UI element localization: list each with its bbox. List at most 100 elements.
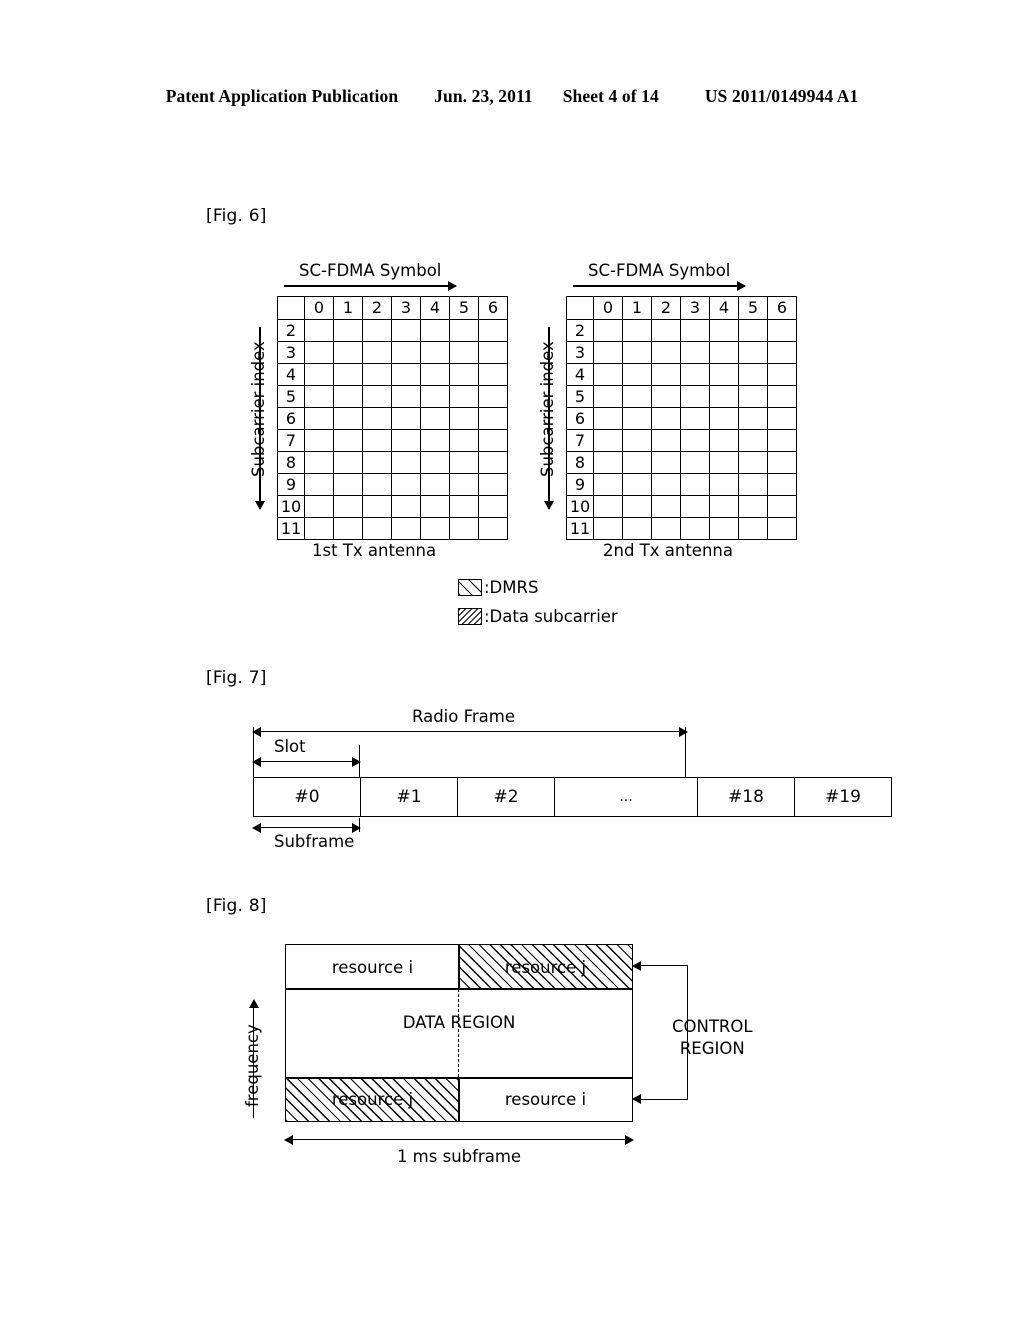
grid-antenna-1-cell-11-6	[478, 517, 508, 540]
grid-antenna-1-row-header-7: 7	[277, 429, 305, 452]
legend-item-data-subcarrier: :Data subcarrier	[458, 607, 618, 626]
grid-antenna-1-cell-2-4	[420, 319, 450, 342]
grid-antenna-2-row-header-11: 11	[566, 517, 594, 540]
grid-antenna-2-row: 7	[566, 429, 797, 452]
grid-antenna-2-row-header-6: 6	[566, 407, 594, 430]
grid-antenna-2-row-header-8: 8	[566, 451, 594, 474]
grid-antenna-2-cell-8-5	[738, 451, 768, 474]
slot-cell-0: #0	[253, 777, 361, 817]
grid-antenna-1-cell-3-2	[362, 341, 392, 364]
slot-label: Slot	[274, 737, 306, 756]
grid-antenna-1-cell-9-4	[420, 473, 450, 496]
grid-antenna-2-cell-9-6	[767, 473, 797, 496]
grid-antenna-2-cell-8-6	[767, 451, 797, 474]
grid-antenna-1-cell-3-3	[391, 341, 421, 364]
grid-antenna-1-cell-6-0	[304, 407, 334, 430]
grid-antenna-2-cell-6-0	[593, 407, 623, 430]
grid-antenna-2-cell-9-0	[593, 473, 623, 496]
grid-antenna-2-cell-10-3	[680, 495, 710, 518]
grid-antenna-2-cell-6-4	[709, 407, 739, 430]
sc-fdma-symbol-arrow-2	[573, 281, 746, 291]
grid-antenna-2-cell-9-4	[709, 473, 739, 496]
grid-antenna-2-cell-6-3	[680, 407, 710, 430]
grid-antenna-1-cell-11-3	[391, 517, 421, 540]
grid-antenna-2-corner-cell	[566, 296, 594, 320]
grid-antenna-2-cell-4-0	[593, 363, 623, 386]
grid-antenna-1-cell-2-0	[304, 319, 334, 342]
grid-antenna-1-cell-11-1	[333, 517, 363, 540]
grid-antenna-1-column-header-6: 6	[478, 296, 508, 320]
grid-antenna-1-cell-7-0	[304, 429, 334, 452]
grid-antenna-1-cell-9-3	[391, 473, 421, 496]
grid-antenna-2-row: 8	[566, 451, 797, 474]
grid-antenna-2-cell-7-6	[767, 429, 797, 452]
grid-antenna-2-cell-2-3	[680, 319, 710, 342]
subframe-width-dimension-line	[284, 1135, 634, 1145]
grid-antenna-1-cell-4-3	[391, 363, 421, 386]
grid-antenna-1-cell-8-1	[333, 451, 363, 474]
grid-antenna-2-row: 2	[566, 319, 797, 342]
grid-antenna-1-row: 6	[277, 407, 508, 430]
grid-antenna-1-cell-7-5	[449, 429, 479, 452]
divider-bottom-middle	[458, 1077, 460, 1122]
grid-antenna-2-cell-7-3	[680, 429, 710, 452]
grid-antenna-2-cell-5-6	[767, 385, 797, 408]
grid-antenna-2-cell-4-1	[622, 363, 652, 386]
grid-antenna-2-cell-4-4	[709, 363, 739, 386]
grid-antenna-1-cell-8-0	[304, 451, 334, 474]
slot-row: #0 #1 #2... #18 #19	[253, 777, 892, 817]
grid-antenna-2-cell-5-0	[593, 385, 623, 408]
grid-antenna-2-cell-11-4	[709, 517, 739, 540]
radio-frame-dimension-line	[252, 727, 688, 737]
control-region-label: CONTROL REGION	[672, 1016, 753, 1061]
grid-antenna-2-column-header-1: 1	[622, 296, 652, 320]
grid-antenna-1-row-header-11: 11	[277, 517, 305, 540]
radio-frame-tick-left	[253, 727, 255, 777]
grid-antenna-2-column-header-6: 6	[767, 296, 797, 320]
grid-antenna-1-row: 4	[277, 363, 508, 386]
grid-antenna-1-cell-9-1	[333, 473, 363, 496]
grid-antenna-1-cell-7-2	[362, 429, 392, 452]
grid-antenna-1-cell-3-1	[333, 341, 363, 364]
grid-antenna-2-row: 6	[566, 407, 797, 430]
subframe-width-label: 1 ms subframe	[285, 1145, 633, 1167]
grid-antenna-1-row: 7	[277, 429, 508, 452]
grid-antenna-1-column-header-4: 4	[420, 296, 450, 320]
grid-antenna-2-cell-8-0	[593, 451, 623, 474]
slot-dimension-line	[252, 757, 361, 767]
grid-antenna-1-column-header-3: 3	[391, 296, 421, 320]
grid-antenna-1-cell-4-5	[449, 363, 479, 386]
grid-antenna-2-cell-3-4	[709, 341, 739, 364]
grid-antenna-2-cell-7-0	[593, 429, 623, 452]
legend-swatch-data-subcarrier-icon	[458, 608, 482, 625]
grid-antenna-2-cell-3-6	[767, 341, 797, 364]
grid-antenna-1-cell-11-4	[420, 517, 450, 540]
grid-antenna-2-cell-9-5	[738, 473, 768, 496]
grid-antenna-2-cell-6-5	[738, 407, 768, 430]
grid-antenna-2-cell-3-0	[593, 341, 623, 364]
grid-antenna-1-cell-10-0	[304, 495, 334, 518]
grid-antenna-2-row-header-2: 2	[566, 319, 594, 342]
grid-antenna-2-cell-3-2	[651, 341, 681, 364]
grid-antenna-2-cell-2-2	[651, 319, 681, 342]
grid-antenna-1-cell-4-4	[420, 363, 450, 386]
grid-antenna-1-row: 11	[277, 517, 508, 540]
grid-antenna-1-cell-6-2	[362, 407, 392, 430]
sc-fdma-symbol-arrow-1	[284, 281, 457, 291]
grid-antenna-2-row: 5	[566, 385, 797, 408]
grid-antenna-1-cell-6-3	[391, 407, 421, 430]
control-region-label-line1: CONTROL	[672, 1017, 753, 1036]
grid-antenna-1-cell-8-4	[420, 451, 450, 474]
grid-antenna-1-cell-8-5	[449, 451, 479, 474]
grid-antenna-1-cell-9-5	[449, 473, 479, 496]
grid-antenna-2-cell-11-5	[738, 517, 768, 540]
sc-fdma-symbol-title-1: SC-FDMA Symbol	[299, 261, 442, 280]
grid-antenna-1-row-header-6: 6	[277, 407, 305, 430]
grid-antenna-2-cell-8-4	[709, 451, 739, 474]
grid-antenna-2-cell-5-1	[622, 385, 652, 408]
grid-antenna-1-row-header-5: 5	[277, 385, 305, 408]
grid-antenna-1-corner-cell	[277, 296, 305, 320]
antenna-2-caption: 2nd Tx antenna	[603, 541, 733, 560]
grid-antenna-2-row: 3	[566, 341, 797, 364]
resource-block-top-left: resource i	[286, 945, 459, 989]
